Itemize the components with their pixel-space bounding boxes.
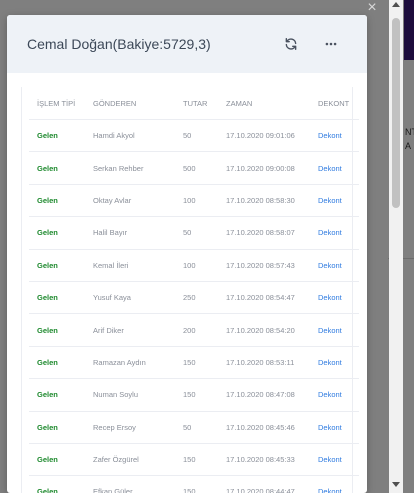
amount-value: 150 (175, 378, 218, 412)
dekont-link[interactable]: Dekont (310, 378, 359, 412)
sender-name: Arif Diker (85, 313, 175, 347)
transaction-type: Gelen (29, 378, 85, 412)
column-header-sender: GÖNDEREN (85, 87, 175, 120)
close-icon[interactable]: × (365, 0, 379, 16)
table-row: Gelen Oktay Avlar 100 17.10.2020 08:58:30 De… (29, 184, 359, 218)
table-row: Gelen Kemal İleri 100 17.10.2020 08:57:43 De… (29, 249, 359, 282)
sender-name: Oktay Avlar (85, 184, 175, 218)
transaction-type: Gelen (29, 216, 85, 250)
sender-name: Yusuf Kaya (85, 281, 175, 315)
transaction-time: 17.10.2020 08:45:33 (218, 443, 310, 477)
column-header-dekont: DEKONT (310, 87, 359, 120)
table-row: Gelen Recep Ersoy 50 17.10.2020 08:45:46 Dek… (29, 411, 359, 444)
sender-name: Hamdi Akyol (85, 119, 175, 153)
transaction-type: Gelen (29, 313, 85, 347)
sender-name: Kemal İleri (85, 249, 175, 282)
column-header-amount: TUTAR (175, 87, 218, 120)
transaction-time: 17.10.2020 08:47:08 (218, 378, 310, 412)
transaction-time: 17.10.2020 08:45:46 (218, 411, 310, 444)
sender-name: Zafer Özgürel (85, 443, 175, 477)
refresh-icon[interactable] (279, 32, 303, 56)
amount-value: 50 (175, 411, 218, 444)
transaction-time: 17.10.2020 08:58:30 (218, 184, 310, 218)
amount-value: 50 (175, 216, 218, 250)
modal-header: Cemal Doğan(Bakiye:5729,3) (7, 15, 367, 73)
column-header-type: İŞLEM TİPİ (29, 87, 85, 120)
dekont-link[interactable]: Dekont (310, 249, 359, 282)
dekont-link[interactable]: Dekont (310, 184, 359, 218)
table-row: Gelen Halil Bayır 50 17.10.2020 08:58:07 Dek… (29, 216, 359, 250)
transaction-time: 17.10.2020 08:58:07 (218, 216, 310, 250)
amount-value: 150 (175, 443, 218, 477)
more-horizontal-icon[interactable] (319, 32, 343, 56)
table-row: Gelen Arif Diker 200 17.10.2020 08:54:20 Dek… (29, 313, 359, 347)
transactions-table: İŞLEM TİPİ GÖNDEREN TUTAR ZAMAN DEKONT G… (29, 87, 359, 493)
transaction-time: 17.10.2020 08:53:11 (218, 346, 310, 380)
transaction-type: Gelen (29, 249, 85, 282)
transaction-type: Gelen (29, 475, 85, 493)
table-row: Gelen Ramazan Aydın 150 17.10.2020 08:53:11… (29, 346, 359, 380)
transactions-modal: Cemal Doğan(Bakiye:5729,3) İŞLEM TİPİ GÖ… (7, 15, 367, 493)
dekont-link[interactable]: Dekont (310, 119, 359, 153)
dekont-link[interactable]: Dekont (310, 346, 359, 380)
dekont-link[interactable]: Dekont (310, 281, 359, 315)
modal-title: Cemal Doğan(Bakiye:5729,3) (27, 36, 211, 52)
dekont-link[interactable]: Dekont (310, 411, 359, 444)
transaction-type: Gelen (29, 281, 85, 315)
amount-value: 50 (175, 119, 218, 153)
amount-value: 150 (175, 346, 218, 380)
sender-name: Numan Soylu (85, 378, 175, 412)
amount-value: 200 (175, 313, 218, 347)
transaction-type: Gelen (29, 151, 85, 185)
transaction-time: 17.10.2020 08:54:47 (218, 281, 310, 315)
sender-name: Serkan Rehber (85, 151, 175, 185)
table-row: Gelen Hamdi Akyol 50 17.10.2020 09:01:06 Dek… (29, 119, 359, 153)
transaction-time: 17.10.2020 08:44:47 (218, 475, 310, 493)
dekont-link[interactable]: Dekont (310, 443, 359, 477)
amount-value: 250 (175, 281, 218, 315)
table-row: Gelen Serkan Rehber 500 17.10.2020 09:00:08… (29, 151, 359, 185)
dekont-link[interactable]: Dekont (310, 151, 359, 185)
transaction-time: 17.10.2020 08:54:20 (218, 313, 310, 347)
sender-name: Recep Ersoy (85, 411, 175, 444)
scrollbar-thumb[interactable] (392, 18, 400, 208)
transaction-type: Gelen (29, 346, 85, 380)
transaction-time: 17.10.2020 08:57:43 (218, 249, 310, 282)
dekont-link[interactable]: Dekont (310, 475, 359, 493)
transactions-card: İŞLEM TİPİ GÖNDEREN TUTAR ZAMAN DEKONT G… (21, 87, 359, 493)
dekont-link[interactable]: Dekont (310, 313, 359, 347)
transaction-type: Gelen (29, 443, 85, 477)
transaction-time: 17.10.2020 09:00:08 (218, 151, 310, 185)
sender-name: Efkan Güler (85, 475, 175, 493)
table-row: Gelen Zafer Özgürel 150 17.10.2020 08:45:33… (29, 443, 359, 477)
transaction-type: Gelen (29, 119, 85, 153)
transaction-type: Gelen (29, 411, 85, 444)
dekont-link[interactable]: Dekont (310, 216, 359, 250)
amount-value: 150 (175, 475, 218, 493)
column-header-time: ZAMAN (218, 87, 310, 120)
scroll-down-arrow-icon[interactable] (392, 482, 400, 487)
table-row: Gelen Yusuf Kaya 250 17.10.2020 08:54:47 Dek… (29, 281, 359, 315)
transaction-type: Gelen (29, 184, 85, 218)
table-row: Gelen Efkan Güler 150 17.10.2020 08:44:47 De… (29, 475, 359, 493)
sender-name: Ramazan Aydın (85, 346, 175, 380)
table-header-row: İŞLEM TİPİ GÖNDEREN TUTAR ZAMAN DEKONT (29, 87, 359, 120)
amount-value: 500 (175, 151, 218, 185)
table-row: Gelen Numan Soylu 150 17.10.2020 08:47:08 De… (29, 378, 359, 412)
amount-value: 100 (175, 184, 218, 218)
amount-value: 100 (175, 249, 218, 282)
scroll-up-arrow-icon[interactable] (392, 2, 400, 7)
sender-name: Halil Bayır (85, 216, 175, 250)
transaction-time: 17.10.2020 09:01:06 (218, 119, 310, 153)
